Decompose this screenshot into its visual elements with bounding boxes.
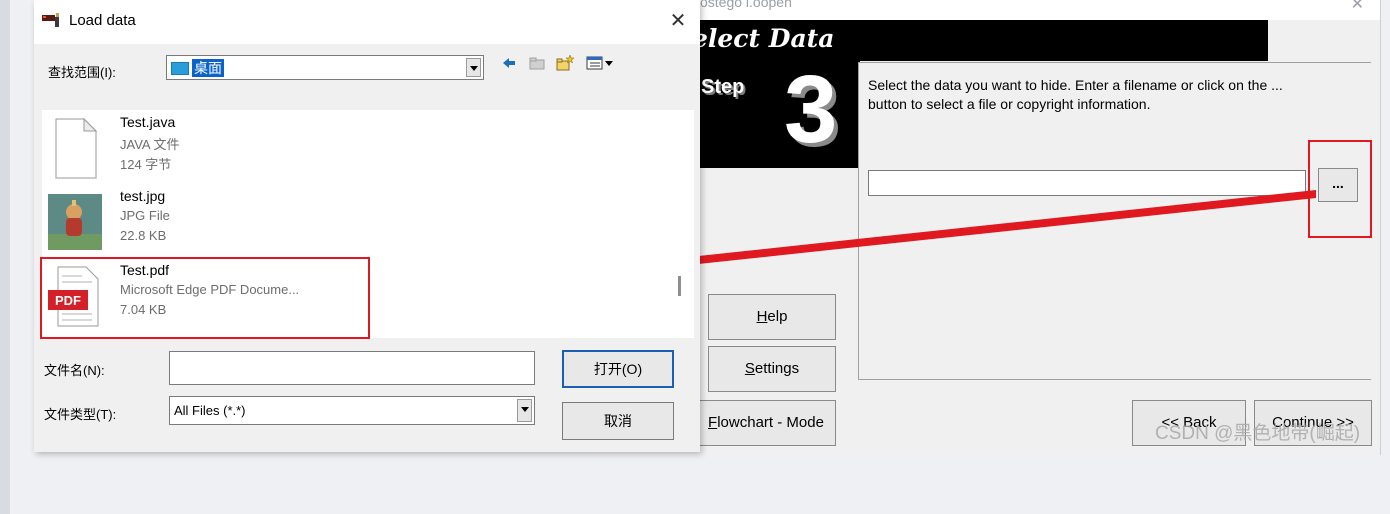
dialog-close-icon[interactable]: ✕ xyxy=(666,8,690,33)
wizard-window: ostego i.oopen ✕ elect Data Step 3 Selec… xyxy=(600,0,1381,455)
wizard-instruction-text: Select the data you want to hide. Enter … xyxy=(868,77,1283,112)
help-button[interactable]: Help xyxy=(708,294,836,340)
dialog-title: Load data xyxy=(69,12,136,29)
load-data-dialog: Load data ✕ 查找范围(I): 桌面 Test.java JAVA 文… xyxy=(34,0,700,452)
view-menu-icon[interactable] xyxy=(586,54,618,72)
chevron-down-icon[interactable] xyxy=(466,58,481,77)
file-name: Test.java xyxy=(120,114,176,130)
page-left-strip xyxy=(0,0,10,514)
browse-button-highlight xyxy=(1308,140,1372,238)
wizard-close-icon[interactable]: ✕ xyxy=(1351,0,1364,14)
dialog-titlebar: Load data ✕ xyxy=(34,0,700,44)
up-folder-icon[interactable] xyxy=(528,54,546,72)
filename-input[interactable] xyxy=(169,351,535,385)
cancel-button[interactable]: 取消 xyxy=(562,402,674,440)
filetype-value: All Files (*.*) xyxy=(174,403,246,418)
file-type: JAVA 文件 xyxy=(120,137,180,152)
filetype-dropdown[interactable]: All Files (*.*) xyxy=(169,396,535,425)
filetype-label: 文件类型(T): xyxy=(44,407,117,422)
wizard-step-label: Step xyxy=(701,76,745,98)
file-size: 124 字节 xyxy=(120,157,172,172)
file-size: 22.8 KB xyxy=(120,228,167,243)
wizard-file-input[interactable] xyxy=(868,170,1306,196)
java-file-icon xyxy=(55,117,98,179)
look-in-dropdown[interactable]: 桌面 xyxy=(166,55,484,80)
csdn-watermark: CSDN @黑色地带(崛起) xyxy=(1155,423,1361,444)
look-in-value: 桌面 xyxy=(192,59,224,77)
wizard-titlebar: ostego i.oopen ✕ xyxy=(600,0,1380,20)
wizard-banner-title: elect Data xyxy=(692,24,835,53)
look-in-label: 查找范围(I): xyxy=(48,65,116,80)
flowchart-mode-button[interactable]: Flowchart - Mode xyxy=(696,400,836,446)
wizard-step-number: 3 xyxy=(784,56,838,163)
settings-button[interactable]: Settings xyxy=(708,346,836,392)
image-thumbnail xyxy=(48,194,102,250)
wizard-banner-strip xyxy=(860,20,1268,61)
pdf-file-highlight xyxy=(40,257,370,339)
file-item-test-java[interactable]: Test.java JAVA 文件 124 字节 xyxy=(42,112,362,184)
look-in-selection: 桌面 xyxy=(171,59,224,77)
open-button[interactable]: 打开(O) xyxy=(562,350,674,388)
desktop-folder-icon xyxy=(171,61,189,75)
file-item-test-jpg[interactable]: test.jpg JPG File 22.8 KB xyxy=(42,186,362,258)
back-arrow-icon[interactable] xyxy=(500,54,518,72)
wizard-title: ostego i.oopen xyxy=(700,0,792,10)
app-icon xyxy=(42,13,59,27)
filename-label: 文件名(N): xyxy=(44,363,105,378)
new-folder-icon[interactable] xyxy=(556,54,574,72)
file-list-scrollbar[interactable] xyxy=(678,276,681,296)
file-name: test.jpg xyxy=(120,188,166,204)
file-type: JPG File xyxy=(120,208,170,223)
chevron-down-icon[interactable] xyxy=(517,399,532,422)
